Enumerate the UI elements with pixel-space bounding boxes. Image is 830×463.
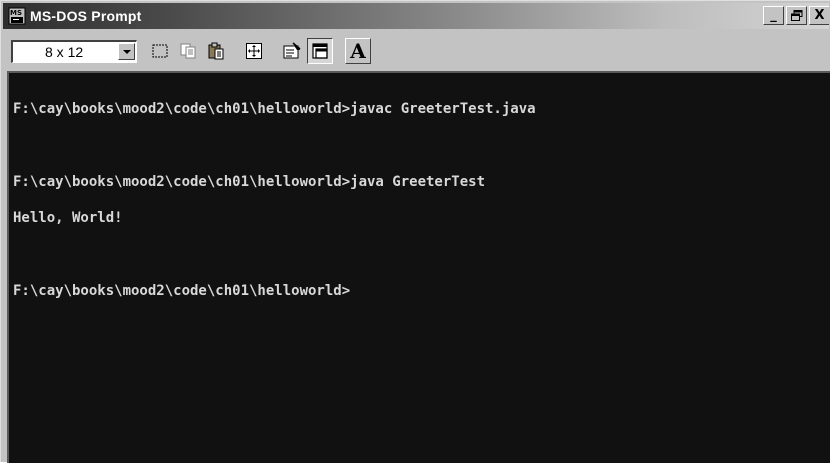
copy-icon [180,43,196,59]
ms-dos-icon: MS [8,7,26,25]
maximize-button[interactable] [786,6,807,25]
copy-button[interactable] [175,38,201,64]
console-line: F:\cay\books\mood2\code\ch01\helloworld>… [13,174,486,190]
paste-button[interactable] [203,38,229,64]
chevron-down-icon[interactable] [118,42,135,60]
console-line: F:\cay\books\mood2\code\ch01\helloworld>… [13,101,536,117]
properties-button[interactable] [279,38,305,64]
minimize-button[interactable]: _ [763,6,784,25]
font-size-value: 8 x 12 [45,43,84,60]
font-size-select[interactable]: 8 x 12 [11,39,137,63]
font-button[interactable]: A [345,38,371,64]
fullscreen-button[interactable] [241,38,267,64]
svg-text:MS: MS [10,9,22,17]
paste-icon [208,42,224,60]
fullscreen-icon [246,43,262,59]
background-icon [312,43,328,59]
console-line: Hello, World! [13,210,123,226]
ms-dos-window: MS MS-DOS Prompt _ X 8 x 12 A F:\cay\boo… [0,0,830,463]
close-button[interactable]: X [809,6,829,25]
font-button-group: A [345,38,373,64]
font-icon: A [350,39,366,63]
toolbar: 8 x 12 A [3,32,829,70]
restore-icon [790,10,802,21]
window-title: MS-DOS Prompt [30,8,142,24]
console-frame[interactable]: F:\cay\books\mood2\code\ch01\helloworld>… [7,71,830,463]
settings-button-group [279,38,335,64]
properties-icon [283,42,301,59]
view-button-group [241,38,269,64]
background-button[interactable] [307,38,333,64]
edit-button-group [147,38,231,64]
window-controls: _ X [761,6,829,25]
mark-icon [152,44,168,58]
console-prompt: F:\cay\books\mood2\code\ch01\helloworld> [13,283,351,299]
title-bar[interactable]: MS MS-DOS Prompt _ X [3,3,829,29]
console-output[interactable]: F:\cay\books\mood2\code\ch01\helloworld>… [13,79,830,463]
mark-button[interactable] [147,38,173,64]
